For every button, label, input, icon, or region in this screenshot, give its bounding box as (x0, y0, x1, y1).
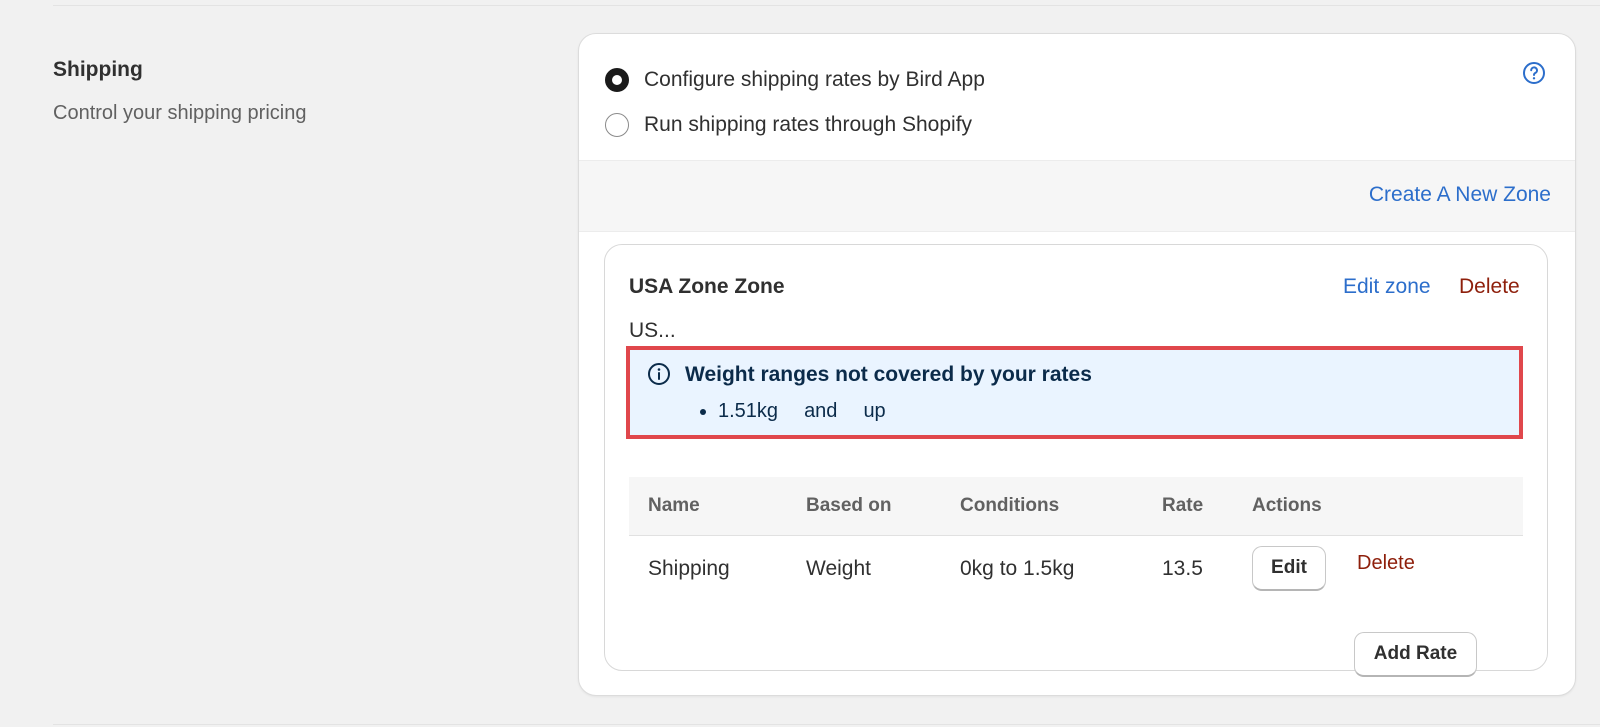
edit-zone-link[interactable]: Edit zone (1343, 275, 1431, 299)
info-icon (647, 362, 671, 386)
question-circle-icon[interactable] (1522, 61, 1546, 85)
delete-zone-link[interactable]: Delete (1459, 275, 1520, 299)
section-title: Shipping (53, 58, 143, 81)
radio-option-shopify[interactable]: Run shipping rates through Shopify (605, 113, 972, 137)
radio-button-unchecked[interactable] (605, 113, 629, 137)
table-header: Name Based on Conditions Rate Actions (629, 477, 1523, 536)
rate-based-on: Weight (806, 557, 871, 580)
delete-rate-link[interactable]: Delete (1357, 552, 1415, 575)
rate-name: Shipping (648, 557, 730, 580)
uncovered-range-item: 1.51kg and up (700, 400, 886, 423)
zone-countries: US... (629, 319, 676, 342)
radio-label-shopify: Run shipping rates through Shopify (644, 113, 973, 136)
section-info: Shipping Control your shipping pricing (53, 58, 306, 125)
section-description: Control your shipping pricing (53, 102, 307, 124)
create-new-zone-link[interactable]: Create A New Zone (1369, 183, 1551, 207)
range-to: up (863, 400, 886, 422)
header-conditions: Conditions (960, 495, 1060, 516)
radio-option-bird-app[interactable]: Configure shipping rates by Bird App (605, 68, 985, 92)
range-connector: and (804, 400, 838, 422)
weight-warning-banner: Weight ranges not covered by your rates … (626, 346, 1523, 439)
bottom-divider (53, 724, 1600, 725)
header-based-on: Based on (806, 495, 892, 516)
add-rate-button[interactable]: Add Rate (1354, 632, 1477, 677)
top-divider (53, 5, 1600, 6)
header-rate: Rate (1162, 495, 1204, 516)
zones-toolbar: Create A New Zone (579, 160, 1575, 232)
warning-title: Weight ranges not covered by your rates (685, 363, 1092, 386)
table-row: Shipping Weight 0kg to 1.5kg 13.5 Edit D… (629, 536, 1523, 602)
rates-table: Name Based on Conditions Rate Actions Sh… (629, 477, 1523, 602)
radio-button-checked[interactable] (605, 68, 629, 92)
edit-rate-button[interactable]: Edit (1252, 546, 1326, 591)
zone-card: USA Zone Zone Edit zone Delete US... Wei… (604, 244, 1548, 671)
rate-conditions: 0kg to 1.5kg (960, 557, 1075, 580)
radio-label-bird-app: Configure shipping rates by Bird App (644, 68, 985, 91)
range-from: 1.51kg (718, 400, 779, 422)
zone-title: USA Zone Zone (629, 275, 785, 298)
header-name: Name (648, 495, 700, 516)
rate-value: 13.5 (1162, 557, 1203, 580)
header-actions: Actions (1252, 495, 1322, 516)
bullet (700, 408, 706, 415)
shipping-card: Configure shipping rates by Bird App Run… (578, 33, 1576, 696)
